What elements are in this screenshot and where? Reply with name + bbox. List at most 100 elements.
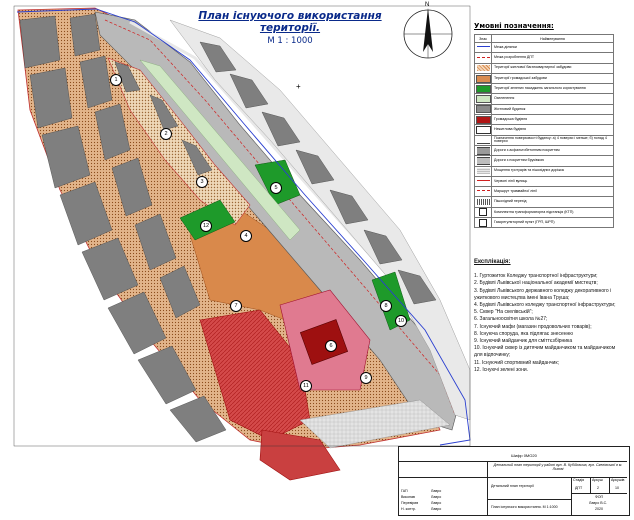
legend-swatch	[474, 124, 492, 136]
legend-row: Громадська будівля	[474, 114, 614, 126]
legend-swatch	[474, 83, 492, 95]
legend-swatch	[474, 41, 492, 54]
legend-swatch	[474, 134, 492, 146]
legend-swatch-mark	[475, 84, 491, 93]
explication-item: 12. Існуючі зелені зони.	[474, 366, 529, 373]
map-marker: 9	[360, 372, 372, 384]
legend-col-name: Найменування	[491, 34, 614, 43]
legend-swatch-mark	[475, 105, 491, 114]
legend-swatch	[474, 114, 492, 126]
legend-row: Газорегуляторний пункт (ГРП, ШРП)	[474, 217, 614, 229]
crosshair-icon: +	[296, 82, 301, 91]
legend-row: Межа розроблення ДПТ	[474, 52, 614, 64]
legend-swatch	[474, 165, 492, 177]
stamp-project: Детальний план території у районі вул. В…	[493, 463, 623, 471]
map-marker: 3	[196, 176, 208, 188]
stamp-org1: ФОП	[595, 495, 604, 499]
map-marker: 11	[300, 380, 312, 392]
legend-table: Знак Найменування Межа ділянки Межа розро…	[474, 34, 614, 229]
legend-row: Пішохідний перехід	[474, 196, 614, 208]
legend-row: Дороги з покриттям бруківкою	[474, 155, 614, 167]
legend-swatch-mark	[479, 208, 487, 217]
stamp-name: Лавро	[431, 489, 442, 493]
stamp-drawing2: План існуючого використання. М 1:1000	[491, 505, 558, 509]
legend-swatch-mark	[476, 199, 490, 206]
legend-row: Нежитлова будівля	[474, 124, 614, 136]
legend-row: Території житлової багатоквартирної забу…	[474, 62, 614, 74]
legend-label: Мощення тротуарів та пішохідних доріжок	[491, 165, 614, 177]
stamp-sheets-h: Аркушів	[611, 478, 625, 482]
stamp-sheet-h: Аркуш	[592, 478, 603, 482]
stamp-role: Виконав	[401, 495, 415, 499]
map-marker: 8	[380, 300, 392, 312]
stamp-role: Перевірив	[401, 501, 419, 505]
legend-label: Газорегуляторний пункт (ГРП, ШРП)	[491, 217, 614, 229]
title-block: Шифр 0МО20 Детальний план території у ра…	[398, 446, 630, 516]
legend-row: Межа ділянки	[474, 41, 614, 54]
map-marker: 4	[240, 230, 252, 242]
legend-label: Території громадської забудови	[491, 72, 614, 85]
legend-swatch	[474, 62, 492, 74]
stamp-stage: ДПТ	[575, 486, 583, 490]
legend-swatch	[474, 155, 492, 167]
legend-swatch-mark	[476, 168, 490, 175]
stamp-org2: Лавро В.С.	[589, 501, 608, 505]
legend-swatch-mark	[476, 56, 490, 58]
stamp-role: ГАП	[401, 489, 408, 493]
legend-label: Пішохідний перехід	[491, 196, 614, 208]
legend-swatch	[474, 196, 492, 208]
legend-row: Позначення поверховості будинку: а) 4 по…	[474, 134, 614, 146]
legend-row: Озеленення	[474, 93, 614, 105]
stamp-code: Шифр 0МО20	[511, 453, 537, 458]
legend-swatch	[474, 206, 492, 219]
legend-label: Дороги з покриттям бруківкою	[491, 155, 614, 167]
north-label: N	[425, 2, 430, 8]
legend-header-row: Знак Найменування	[474, 34, 614, 43]
stamp-name: Лавро	[431, 501, 442, 505]
legend-swatch	[474, 144, 492, 157]
legend-label: Межа розроблення ДПТ	[491, 52, 614, 64]
explication-item: 1. Гуртожиток Коледжу транспортної інфра…	[474, 273, 598, 280]
explication-heading: Експлікація:	[474, 259, 511, 265]
stamp-sheet: 2	[597, 486, 599, 490]
explication-panel: Експлікація: 1. Гуртожиток Коледжу транс…	[474, 259, 624, 374]
explication-item: 2. Будівлі Львівської національної акаде…	[474, 280, 598, 287]
legend-label: Житловий будинок	[491, 103, 614, 116]
legend-row: Маршрут трамвайної лінії	[474, 186, 614, 198]
legend-row: Території громадської забудови	[474, 72, 614, 85]
legend-label: Комплектна трансформаторна підстанція (К…	[491, 206, 614, 219]
explication-item: 10. Існуючий сквер із дитячим майданчико…	[474, 345, 616, 359]
legend-col-symbol: Знак	[474, 34, 492, 43]
legend-swatch-mark	[475, 74, 491, 83]
legend-label: Озеленення	[491, 93, 614, 105]
map-marker: 10	[395, 315, 407, 327]
stamp-year: 2020	[595, 507, 603, 511]
legend-swatch-mark	[476, 46, 490, 48]
legend-swatch-mark	[476, 65, 490, 72]
legend-label: Маршрут трамвайної лінії	[491, 186, 614, 198]
stamp-name: Лавро	[431, 507, 442, 511]
legend-row: Дороги з асфальтобетонним покриттям	[474, 144, 614, 157]
legend-label: Позначення поверховості будинку: а) 4 по…	[491, 134, 614, 146]
legend-swatch-mark	[476, 146, 490, 155]
title-line-1: План існуючого використання території.	[198, 10, 382, 34]
legend-label: Території зелених насаджень загального к…	[491, 83, 614, 95]
legend-swatch	[474, 52, 492, 64]
map-marker: 5	[270, 182, 282, 194]
stamp-role-row: Н. контр. Лавро	[401, 507, 485, 513]
legend-swatch-mark	[476, 190, 490, 192]
legend-swatch-mark	[475, 95, 491, 104]
stamp-role: Н. контр.	[401, 507, 416, 511]
legend-label: Нежитлова будівля	[491, 124, 614, 136]
map-marker: 1	[110, 74, 122, 86]
map-marker: 12	[200, 220, 212, 232]
legend-swatch-mark	[479, 218, 487, 227]
legend-label: Громадська будівля	[491, 114, 614, 126]
legend-label: Дороги з асфальтобетонним покриттям	[491, 144, 614, 157]
legend-label: Червоні лінії вулиць	[491, 175, 614, 188]
legend-row: Території зелених насаджень загального к…	[474, 83, 614, 95]
stamp-stage-h: Стадія	[573, 478, 585, 482]
explication-item: 6. Загальноосвітня школа №27;	[474, 316, 548, 323]
legend-swatch-mark	[476, 136, 490, 144]
legend-row: Комплектна трансформаторна підстанція (К…	[474, 206, 614, 219]
